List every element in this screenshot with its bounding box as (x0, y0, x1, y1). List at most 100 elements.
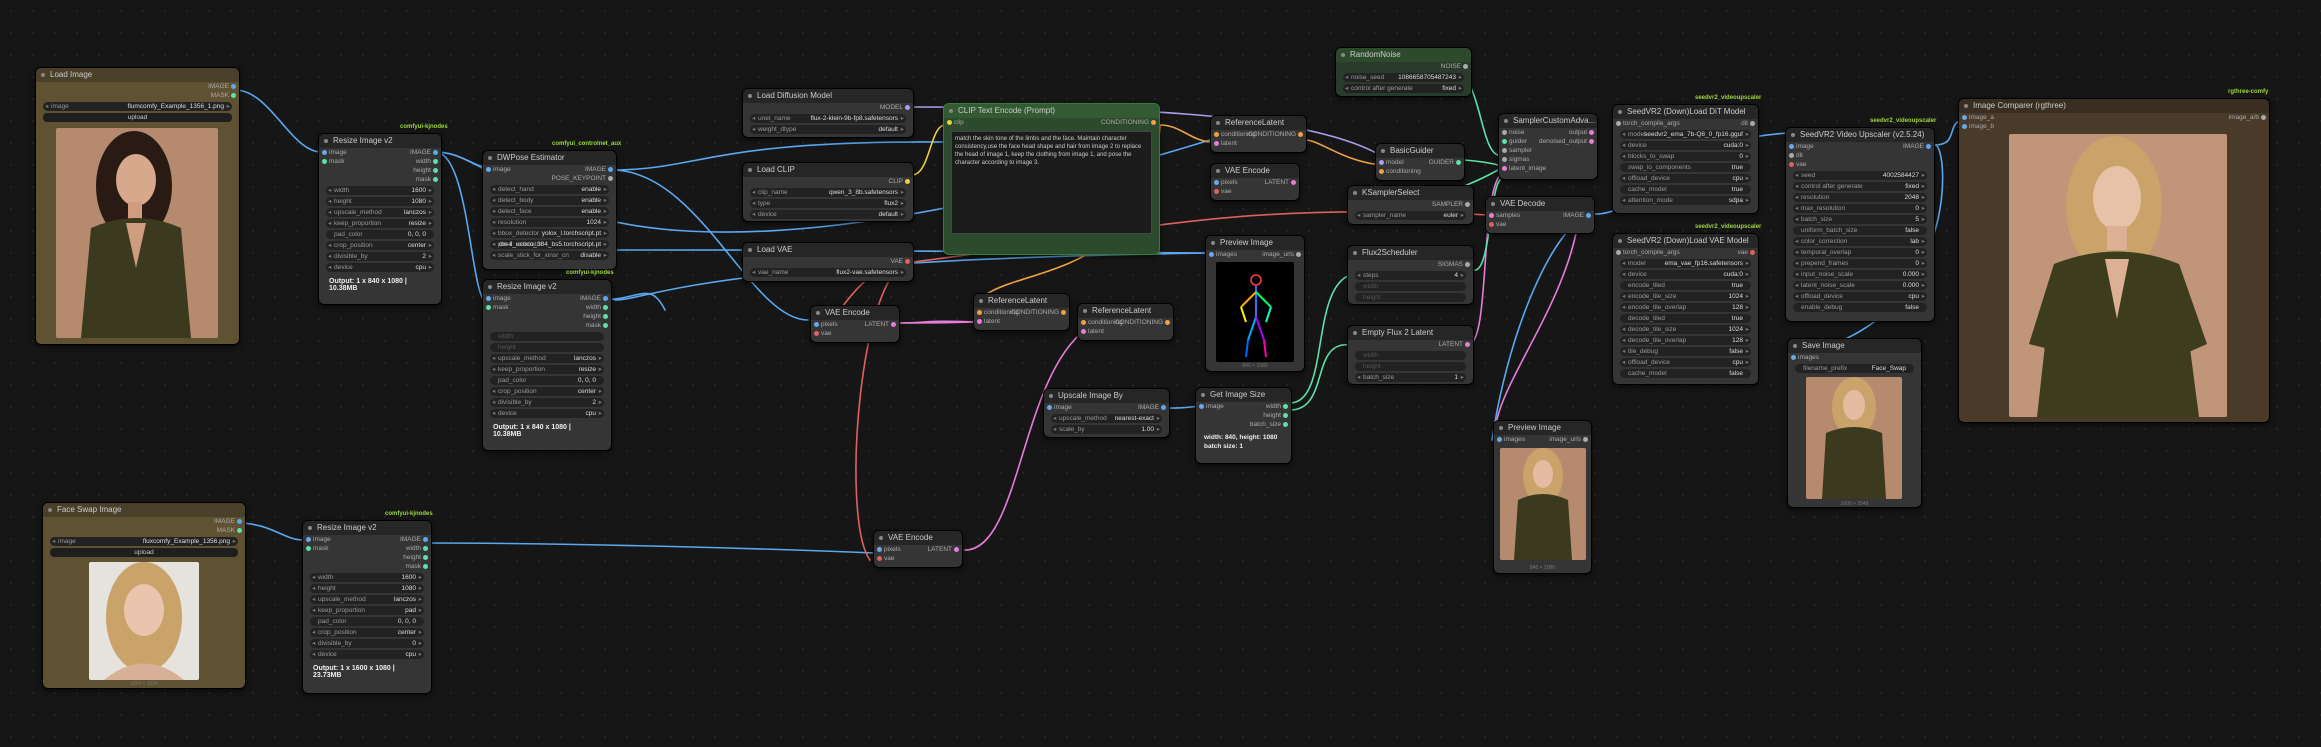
socket-mask-out[interactable]: mask (319, 175, 441, 184)
output-image[interactable]: IMAGE (36, 82, 239, 91)
height-field[interactable]: height (490, 343, 604, 352)
upload-button[interactable]: upload (43, 113, 232, 122)
node-header[interactable]: BasicGuider (1376, 144, 1464, 158)
output-latent[interactable]: LATENT (1348, 340, 1473, 349)
face-swap-image-node[interactable]: Face Swap Image IMAGE MASK ◂ image fluxcom… (42, 502, 246, 689)
node-header[interactable]: Load Diffusion Model (743, 89, 913, 103)
socket-batch-size[interactable]: batch_size (1196, 420, 1291, 429)
output-clip[interactable]: CLIP (743, 177, 913, 186)
temporal-overlap-field[interactable]: ◂ temporal_overlap 0 ▸ (1793, 248, 1927, 257)
attention-mode-select[interactable]: ◂ attention_mode sdpa ▸ (1620, 196, 1751, 205)
steps-field[interactable]: ◂ steps 4 ▸ (1355, 271, 1466, 280)
node-header[interactable]: KSamplerSelect (1348, 186, 1473, 200)
socket-latent-image[interactable]: latent_image (1499, 164, 1597, 173)
socket-image[interactable]: image IMAGE (483, 294, 611, 303)
bbox-detector-select[interactable]: ◂ bbox_detector yolox_l.torchscript.pt ▸ (490, 229, 609, 238)
dwpose-estimator-node[interactable]: DWPose Estimator image IMAGE POSE_KEYPOIN… (482, 150, 617, 270)
output-model[interactable]: MODEL (743, 103, 913, 112)
socket-image-b[interactable]: image_b (1959, 122, 2269, 131)
scale-stick-select[interactable]: ◂ scale_stick_for_xinsr_cn disable ▸ (490, 251, 609, 260)
device-select[interactable]: ◂ device cpu ▸ (310, 650, 424, 659)
socket-images[interactable]: images image_urls (1494, 435, 1591, 444)
upscale-method-select[interactable]: ◂ upscale_method lanczos ▸ (326, 208, 434, 217)
unet-name-select[interactable]: ◂ unet_name flux-2-klein-9b-fp8.safetensor… (750, 114, 906, 123)
socket-guider[interactable]: guider denoised_output (1499, 137, 1597, 146)
load-clip-node[interactable]: Load CLIP CLIP ◂ clip_name qwen_3_8b.safet… (742, 162, 914, 222)
node-header[interactable]: VAE Decode (1486, 197, 1594, 211)
image-select[interactable]: ◂ image flumcomfy_Example_1356_1.png ▸ (43, 102, 232, 111)
width-field[interactable]: width (1355, 351, 1466, 360)
save-image-node[interactable]: Save Image images filename_prefix Face_Sw… (1787, 338, 1922, 508)
empty-flux2-latent-node[interactable]: Empty Flux 2 Latent LATENT width height … (1347, 325, 1474, 385)
basic-guider-node[interactable]: BasicGuider model GUIDER conditioning (1375, 143, 1465, 181)
node-header[interactable]: ReferenceLatent (974, 294, 1069, 308)
width-field[interactable]: width (1355, 282, 1466, 291)
divisible-by-field[interactable]: ◂ divisible_by 2 ▸ (326, 252, 434, 261)
cache-model-toggle[interactable]: cache_model true (1620, 185, 1751, 194)
divisible-by-field[interactable]: ◂ divisible_by 0 ▸ (310, 639, 424, 648)
encode-tile-overlap-field[interactable]: ◂ encode_tile_overlap 128 ▸ (1620, 303, 1751, 312)
node-header[interactable]: Image Comparer (rgthree) (1959, 99, 2269, 113)
resize-image-node-2[interactable]: Resize Image v2 image IMAGE mask width hei… (482, 279, 612, 451)
socket-mask[interactable]: mask width (483, 303, 611, 312)
node-header[interactable]: Resize Image v2 (483, 280, 611, 294)
socket-sampler[interactable]: sampler (1499, 146, 1597, 155)
vae-encode-node-2[interactable]: VAE Encode pixels LATENT vae (1210, 163, 1300, 201)
seed-field[interactable]: ◂ seed 4002584427 ▸ (1793, 171, 1927, 180)
socket-pixels[interactable]: pixels LATENT (874, 545, 962, 554)
socket-model[interactable]: model GUIDER (1376, 158, 1464, 167)
node-header[interactable]: ReferenceLatent (1211, 116, 1306, 130)
node-header[interactable]: SeedVR2 (Down)Load VAE Model (1613, 234, 1758, 248)
enable-debug-toggle[interactable]: enable_debug false (1793, 303, 1927, 312)
node-header[interactable]: Save Image (1788, 339, 1921, 353)
socket-conditioning[interactable]: conditioning CONDITIONING (1211, 130, 1306, 139)
preview-image-node-2[interactable]: Preview Image images image_urls 840 × 108… (1493, 420, 1592, 574)
uniform-batch-size-toggle[interactable]: uniform_batch_size false (1793, 226, 1927, 235)
model-select[interactable]: ◂ model seedvr2_ema_7b-Q8_0_fp16.gguf ▸ (1620, 130, 1751, 139)
image-select[interactable]: ◂ image fluxcomfy_Example_1356.png ▸ (50, 537, 238, 546)
node-header[interactable]: Load VAE (743, 243, 913, 257)
max-resolution-field[interactable]: ◂ max_resolution 0 ▸ (1793, 204, 1927, 213)
socket-vae[interactable]: vae (1211, 187, 1299, 196)
cache-model-toggle[interactable]: cache_model false (1620, 369, 1751, 378)
keep-proportion-select[interactable]: ◂ keep_proportion resize ▸ (326, 219, 434, 228)
control-after-generate-select[interactable]: ◂ control after generate fixed ▸ (1793, 182, 1927, 191)
seedvr2-video-upscaler-node[interactable]: SeedVR2 Video Upscaler (v2.5.24) image IM… (1785, 127, 1935, 322)
get-image-size-node[interactable]: Get Image Size image width height batch_s… (1195, 387, 1292, 464)
decode-tiled-toggle[interactable]: decode_tiled true (1620, 314, 1751, 323)
encode-tiled-toggle[interactable]: encode_tiled true (1620, 281, 1751, 290)
resize-image-node-3[interactable]: Resize Image v2 image IMAGE mask width hei… (302, 520, 432, 694)
offload-device-select[interactable]: ◂ offload_device cpu ▸ (1793, 292, 1927, 301)
socket-samples[interactable]: samples IMAGE (1486, 211, 1594, 220)
socket-latent[interactable]: latent (974, 317, 1069, 326)
vae-name-select[interactable]: ◂ vae_name flux2-vae.safetensors ▸ (750, 268, 906, 277)
width-field[interactable]: width (490, 332, 604, 341)
preview-image-node-1[interactable]: Preview Image images image_urls 840 × 108… (1205, 235, 1305, 372)
decode-tile-overlap-field[interactable]: ◂ decode_tile_overlap 128 ▸ (1620, 336, 1751, 345)
socket-mask-out[interactable]: mask (483, 321, 611, 330)
socket-pixels[interactable]: pixels LATENT (1211, 178, 1299, 187)
socket-latent[interactable]: latent (1078, 327, 1173, 336)
output-sigmas[interactable]: SIGMAS (1348, 260, 1473, 269)
ksampler-select-node[interactable]: KSamplerSelect SAMPLER ◂ sampler_name eule… (1347, 185, 1474, 225)
socket-conditioning[interactable]: conditioning (1376, 167, 1464, 176)
filename-prefix-field[interactable]: filename_prefix Face_Swap (1795, 364, 1914, 373)
node-header[interactable]: Face Swap Image (43, 503, 245, 517)
socket-sigmas[interactable]: sigmas (1499, 155, 1597, 164)
node-header[interactable]: Preview Image (1494, 421, 1591, 435)
socket-image[interactable]: image IMAGE (303, 535, 431, 544)
socket-torch-compile[interactable]: torch_compile_args dit (1613, 119, 1758, 128)
reference-latent-node-3[interactable]: ReferenceLatent conditioning CONDITIONING… (1077, 303, 1174, 341)
socket-vae[interactable]: vae (874, 554, 962, 563)
upscale-method-select[interactable]: ◂ upscale_method lanczos ▸ (310, 595, 424, 604)
sampler-custom-advanced-node[interactable]: SamplerCustomAdva... noise output guider d… (1498, 113, 1598, 180)
detect-face-select[interactable]: ◂ detect_face enable ▸ (490, 207, 609, 216)
seedvr2-dit-model-node[interactable]: SeedVR2 (Down)Load DiT Model torch_compi… (1612, 104, 1759, 214)
socket-image[interactable]: image IMAGE (483, 165, 616, 174)
reference-latent-node-1[interactable]: ReferenceLatent conditioning CONDITIONING… (1210, 115, 1307, 153)
noise-seed-field[interactable]: ◂ noise_seed 1086658705487243 ▸ (1343, 73, 1464, 82)
socket-conditioning[interactable]: conditioning CONDITIONING (1078, 318, 1173, 327)
batch-size-field[interactable]: ◂ batch_size 1 ▸ (1355, 373, 1466, 382)
width-field[interactable]: ◂ width 1600 ▸ (310, 573, 424, 582)
node-header[interactable]: Empty Flux 2 Latent (1348, 326, 1473, 340)
